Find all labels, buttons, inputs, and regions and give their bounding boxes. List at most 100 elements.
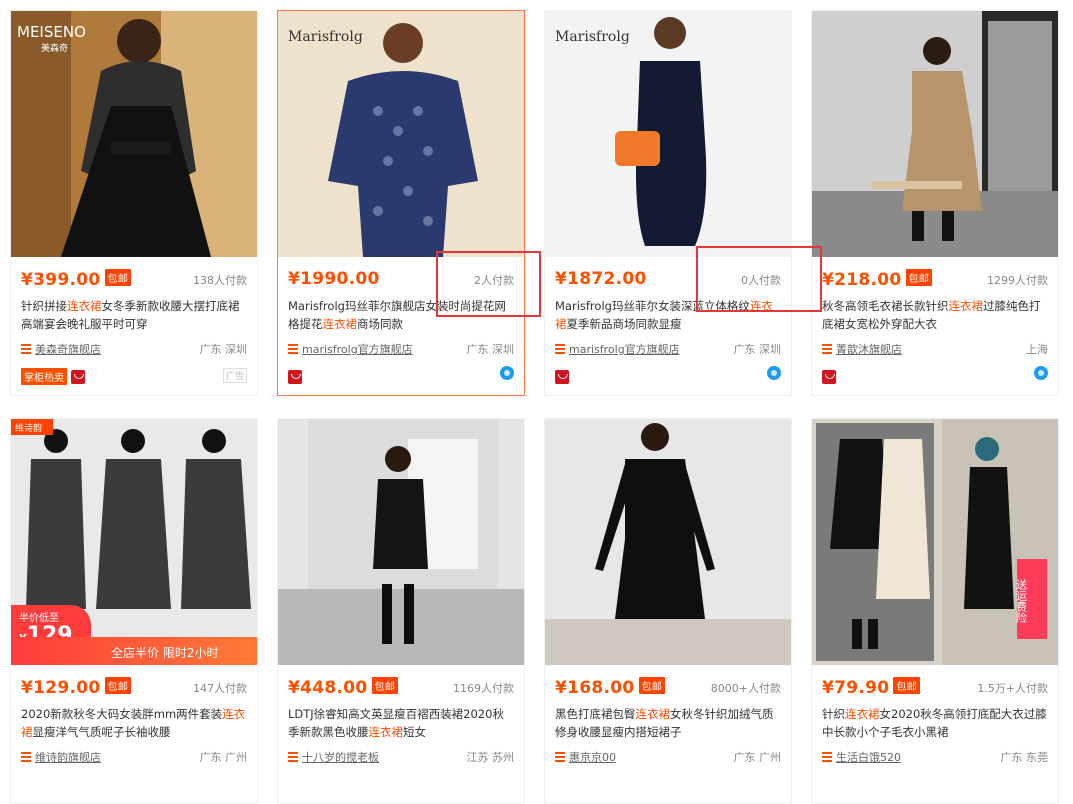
brand-corner-label: 维诗韵 <box>15 422 42 434</box>
location: 上海 <box>1026 343 1048 356</box>
tmall-icon <box>555 369 569 384</box>
annotation-box <box>696 246 822 312</box>
shop-link[interactable]: 菁歆沐旗舰店 <box>836 343 902 356</box>
product-image[interactable]: 维诗韵 半价低至 ¥129 全店半价 限时2小时 <box>11 419 257 665</box>
shop-icon <box>555 344 565 354</box>
price-row: ¥218.00 包邮 1299人付款 <box>822 269 1048 291</box>
promo-banner: 全店半价 限时2小时 <box>11 637 257 665</box>
sales-count: 8000+人付款 <box>710 682 781 695</box>
free-shipping-tag: 包邮 <box>104 269 132 286</box>
shop-link[interactable]: 生活白饿520 <box>836 751 901 764</box>
shop-row: 维诗韵旗舰店 广东 广州 <box>21 749 247 767</box>
location: 广东 广州 <box>733 751 782 764</box>
shop-link[interactable]: marisfrolg官方旗舰店 <box>569 343 680 356</box>
shop-link[interactable]: 惠京京00 <box>569 751 616 764</box>
price: ¥448.00 包邮 <box>288 677 399 698</box>
free-shipping-tag: 包邮 <box>371 677 399 694</box>
shop-icon <box>288 344 298 354</box>
product-card[interactable]: 维诗韵 半价低至 ¥129 全店半价 限时2小时 ¥129.00包邮 147人付… <box>10 418 258 804</box>
wangwang-chat-icon[interactable] <box>500 366 514 380</box>
badge-row: 掌柜热卖 广告 <box>21 366 247 385</box>
annotation-box <box>436 251 541 317</box>
price-row: ¥79.90 包邮 1.5万+人付款 <box>822 677 1048 699</box>
shop-link[interactable]: 十八岁的搅老板 <box>302 751 379 764</box>
sales-count: 1169人付款 <box>453 682 514 695</box>
shop-row: 生活白饿520 广东 东莞 <box>822 749 1048 767</box>
product-card[interactable]: ¥218.00 包邮 1299人付款 秋冬高领毛衣裙长款针织连衣裙过膝纯色打底裙女… <box>811 10 1059 396</box>
product-image[interactable]: Marisfrolg <box>545 11 791 257</box>
price-row: ¥168.00 包邮 8000+人付款 <box>555 677 781 699</box>
product-image[interactable] <box>812 11 1058 257</box>
shop-link[interactable]: 美森奇旗舰店 <box>35 343 101 356</box>
product-card[interactable]: ¥168.00 包邮 8000+人付款 黑色打底裙包臀连衣裙女秋冬针织加绒气质修身… <box>544 418 792 804</box>
product-image[interactable]: Marisfrolg <box>278 11 524 257</box>
badge-row <box>555 366 781 384</box>
shop-icon <box>21 344 31 354</box>
shop-link[interactable]: marisfrolg官方旗舰店 <box>302 343 413 356</box>
shop-icon <box>288 752 298 762</box>
product-card[interactable]: Marisfrolg ¥1872.00 0人付款 Marisfrolg玛丝菲尔女… <box>544 10 792 396</box>
shop-icon <box>21 752 31 762</box>
product-card[interactable]: Marisfrolg ¥1990.00 2人付款 Marisfrolg玛丝菲尔旗… <box>277 10 525 396</box>
wangwang-chat-icon[interactable] <box>1034 366 1048 380</box>
brand-logo-text: Marisfrolg <box>555 29 630 45</box>
brand-logo-text: Marisfrolg <box>288 29 363 45</box>
location: 广东 深圳 <box>466 343 515 356</box>
price-row: ¥399.00 包邮 138人付款 <box>21 269 247 291</box>
location: 广东 东莞 <box>1000 751 1049 764</box>
shop-icon <box>822 752 832 762</box>
price: ¥79.90 包邮 <box>822 677 921 698</box>
brand-logo-sub: 美森奇 <box>41 42 68 54</box>
shop-row: 美森奇旗舰店 广东 深圳 <box>21 341 247 359</box>
free-shipping-tag: 包邮 <box>638 677 666 694</box>
shop-row: 菁歆沐旗舰店 上海 <box>822 341 1048 359</box>
free-shipping-tag: 包邮 <box>893 677 921 694</box>
badge-row <box>288 366 514 384</box>
price-row: ¥129.00 包邮 147人付款 <box>21 677 247 699</box>
price: ¥399.00 包邮 <box>21 269 132 290</box>
location: 广东 深圳 <box>199 343 248 356</box>
product-title-link[interactable]: LDTJ徐睿知高文英显瘦百褶西装裙2020秋季新款黑色收腰连衣裙短女 <box>288 705 514 743</box>
product-image[interactable] <box>278 419 524 665</box>
product-title-link[interactable]: 2020新款秋冬大码女装胖mm两件套装连衣裙显瘦洋气气质呢子长袖收腰 <box>21 705 247 743</box>
wangwang-chat-icon[interactable] <box>767 366 781 380</box>
tmall-icon <box>822 369 836 384</box>
location: 广东 广州 <box>199 751 248 764</box>
product-title-link[interactable]: 针织拼接连衣裙女冬季新款收腰大摆打底裙高端宴会晚礼服平时可穿 <box>21 297 247 335</box>
location: 广东 深圳 <box>733 343 782 356</box>
shop-link[interactable]: 维诗韵旗舰店 <box>35 751 101 764</box>
product-image[interactable] <box>545 419 791 665</box>
price: ¥1872.00 <box>555 269 647 289</box>
product-image[interactable]: 送运费险 <box>812 419 1058 665</box>
shop-icon <box>555 752 565 762</box>
product-card[interactable]: MEISENO 美森奇 ¥399.00 包邮 138人付款 针织拼接连衣裙女冬季新… <box>10 10 258 396</box>
shop-row: 十八岁的搅老板 江苏 苏州 <box>288 749 514 767</box>
badge-row <box>822 366 1048 384</box>
product-card[interactable]: ¥448.00 包邮 1169人付款 LDTJ徐睿知高文英显瘦百褶西装裙2020秋… <box>277 418 525 804</box>
shop-row: 惠京京00 广东 广州 <box>555 749 781 767</box>
product-title-link[interactable]: 秋冬高领毛衣裙长款针织连衣裙过膝纯色打底裙女宽松外穿配大衣 <box>822 297 1048 335</box>
location: 江苏 苏州 <box>466 751 515 764</box>
price: ¥218.00 包邮 <box>822 269 933 290</box>
tmall-icon <box>71 369 85 384</box>
shop-icon <box>822 344 832 354</box>
tmall-icon <box>288 369 302 384</box>
sales-count: 1299人付款 <box>987 274 1048 287</box>
price-row: ¥448.00 包邮 1169人付款 <box>288 677 514 699</box>
price: ¥168.00 包邮 <box>555 677 666 698</box>
shop-row: marisfrolg官方旗舰店 广东 深圳 <box>555 341 781 359</box>
brand-logo-text: MEISENO <box>17 23 86 41</box>
product-title-link[interactable]: 针织连衣裙女2020秋冬高领打底配大衣过膝中长款小个子毛衣小黑裙 <box>822 705 1048 743</box>
ad-label: 广告 <box>222 368 247 383</box>
product-title-link[interactable]: 黑色打底裙包臀连衣裙女秋冬针织加绒气质修身收腰显瘦内搭短裙子 <box>555 705 781 743</box>
sales-count: 138人付款 <box>193 274 247 287</box>
shop-row: marisfrolg官方旗舰店 广东 深圳 <box>288 341 514 359</box>
sales-count: 1.5万+人付款 <box>977 682 1048 695</box>
hot-badge: 掌柜热卖 <box>21 368 67 385</box>
price: ¥1990.00 <box>288 269 380 289</box>
promo-side-text: 送运费险 <box>1015 578 1028 624</box>
free-shipping-tag: 包邮 <box>905 269 933 286</box>
product-card[interactable]: 送运费险 ¥79.90 包邮 1.5万+人付款 针织连衣裙女2020秋冬高领打底配… <box>811 418 1059 804</box>
product-image[interactable]: MEISENO 美森奇 <box>11 11 257 257</box>
price: ¥129.00 包邮 <box>21 677 132 698</box>
